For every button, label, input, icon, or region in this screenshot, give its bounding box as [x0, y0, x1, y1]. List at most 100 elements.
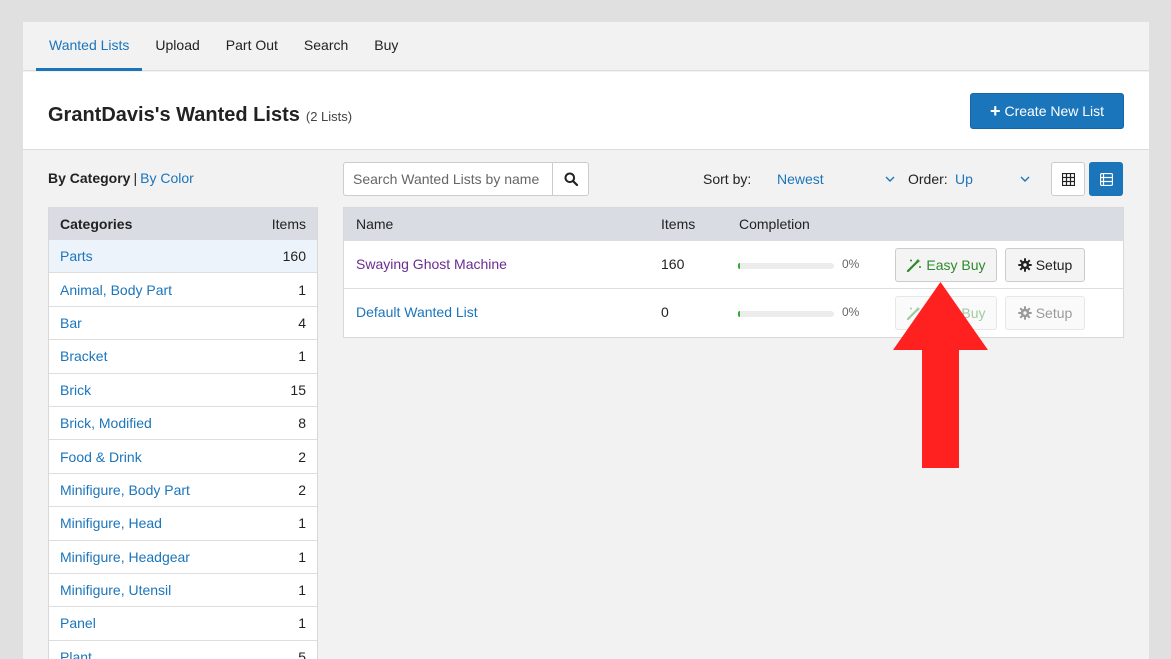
wanted-list-items: 160 — [661, 256, 685, 272]
category-name[interactable]: Food & Drink — [60, 449, 142, 465]
list-view-button[interactable] — [1089, 162, 1123, 196]
category-count: 2 — [298, 448, 306, 465]
category-row[interactable]: Parts 160 — [49, 240, 317, 274]
magic-wand-icon — [907, 258, 922, 272]
category-name[interactable]: Minifigure, Headgear — [60, 549, 190, 565]
category-row[interactable]: Minifigure, Utensil 1 — [49, 574, 317, 608]
setup-button[interactable]: Setup — [1005, 248, 1085, 282]
col-name: Name — [356, 216, 394, 232]
category-name[interactable]: Plant — [60, 649, 92, 659]
wanted-lists-table: Name Items Completion Swaying Ghost Mach… — [343, 207, 1124, 338]
search-icon — [564, 172, 578, 186]
search-box — [343, 162, 589, 196]
category-row[interactable]: Brick, Modified 8 — [49, 407, 317, 441]
category-count: 1 — [298, 515, 306, 532]
category-name[interactable]: Minifigure, Utensil — [60, 582, 171, 598]
category-row[interactable]: Food & Drink 2 — [49, 440, 317, 474]
category-count: 160 — [282, 248, 306, 265]
easy-buy-button[interactable]: Easy Buy — [895, 248, 997, 282]
category-row[interactable]: Animal, Body Part 1 — [49, 273, 317, 307]
category-name[interactable]: Bracket — [60, 348, 107, 364]
category-count: 1 — [298, 548, 306, 565]
create-new-list-button[interactable]: + Create New List — [970, 93, 1124, 129]
category-row[interactable]: Brick 15 — [49, 374, 317, 407]
list-count: (2 Lists) — [305, 109, 353, 124]
category-count: 4 — [298, 314, 306, 331]
list-view-icon — [1099, 172, 1113, 186]
wanted-list-name-link[interactable]: Swaying Ghost Machine — [356, 256, 507, 272]
sort-by-value: Newest — [777, 171, 824, 187]
sort-by-label: Sort by: — [703, 171, 752, 187]
category-name[interactable]: Bar — [60, 315, 82, 331]
categories-header-items: Items — [271, 215, 306, 232]
category-row[interactable]: Panel 1 — [49, 607, 317, 641]
plus-icon: + — [989, 101, 1001, 121]
category-name[interactable]: Animal, Body Part — [60, 282, 172, 298]
setup-label: Setup — [1035, 305, 1073, 321]
page-title-text: GrantDavis's Wanted Lists — [48, 104, 300, 126]
gear-icon — [1018, 258, 1032, 272]
easy-buy-label: Easy Buy — [926, 257, 986, 273]
category-name[interactable]: Brick — [60, 382, 91, 398]
sort-by-select[interactable]: Newest — [777, 171, 904, 187]
categories-table: Categories Items Parts 160 Animal, Body Pa… — [48, 207, 318, 659]
category-count: 1 — [298, 615, 306, 632]
tab-part-out[interactable]: Part Out — [213, 22, 291, 71]
search-input[interactable] — [343, 162, 553, 196]
page-header: GrantDavis's Wanted Lists (2 Lists) + Cre… — [23, 72, 1149, 150]
order-select[interactable]: Up — [955, 171, 1030, 187]
grid-view-button[interactable] — [1051, 162, 1085, 196]
categories-header: Categories Items — [49, 207, 317, 240]
search-button[interactable] — [552, 162, 589, 196]
completion-bar-fill — [738, 263, 740, 269]
setup-button[interactable]: Setup — [1005, 296, 1085, 330]
col-items: Items — [661, 216, 696, 232]
category-name[interactable]: Brick, Modified — [60, 415, 152, 431]
category-count: 1 — [298, 281, 306, 298]
category-row[interactable]: Bracket 1 — [49, 340, 317, 374]
completion-percent: 0% — [842, 257, 860, 271]
order-label: Order: — [908, 171, 948, 187]
tab-buy[interactable]: Buy — [361, 22, 411, 71]
create-new-list-label: Create New List — [1004, 103, 1105, 119]
grid-view-icon — [1061, 172, 1075, 186]
category-count: 2 — [298, 481, 306, 498]
category-row[interactable]: Minifigure, Head 1 — [49, 507, 317, 541]
page-title: GrantDavis's Wanted Lists (2 Lists) — [48, 104, 352, 127]
completion-percent: 0% — [842, 305, 860, 319]
category-count: 8 — [298, 415, 306, 432]
category-row[interactable]: Minifigure, Headgear 1 — [49, 541, 317, 574]
category-row[interactable]: Plant 5 — [49, 641, 317, 659]
sort-controls: Sort by: Newest Order: Up — [703, 162, 1030, 196]
wanted-list-items: 0 — [661, 304, 669, 320]
category-name[interactable]: Minifigure, Body Part — [60, 482, 190, 498]
setup-label: Setup — [1035, 257, 1073, 273]
filter-panel: By Category | By Color — [48, 170, 318, 190]
filter-separator: | — [133, 170, 138, 186]
tab-bar: Wanted Lists Upload Part Out Search Buy — [23, 22, 1149, 71]
filter-by-color-link[interactable]: By Color — [140, 170, 194, 186]
order-value: Up — [955, 171, 973, 187]
filter-by-category: By Category — [48, 170, 131, 186]
chevron-down-icon — [1020, 176, 1030, 182]
completion-bar — [738, 311, 834, 317]
category-row[interactable]: Bar 4 — [49, 307, 317, 341]
category-count: 5 — [298, 648, 306, 659]
wanted-list-row: Default Wanted List00%Easy BuySetup — [344, 289, 1123, 337]
category-name[interactable]: Parts — [60, 248, 93, 264]
lists-table-header: Name Items Completion — [344, 208, 1123, 241]
filter-toggle: By Category | By Color — [48, 170, 318, 190]
wanted-list-row: Swaying Ghost Machine 160 0% Easy Buy Setup — [344, 241, 1123, 289]
tab-search[interactable]: Search — [291, 22, 361, 71]
col-completion: Completion — [739, 216, 810, 232]
category-row[interactable]: Minifigure, Body Part 2 — [49, 474, 317, 508]
category-name[interactable]: Panel — [60, 615, 96, 631]
wanted-list-name-link[interactable]: Default Wanted List — [356, 304, 478, 320]
category-count: 1 — [298, 582, 306, 599]
tab-wanted-lists[interactable]: Wanted Lists — [36, 22, 143, 71]
category-name[interactable]: Minifigure, Head — [60, 515, 162, 531]
chevron-down-icon — [885, 176, 895, 182]
completion-bar — [738, 263, 834, 269]
tab-upload[interactable]: Upload — [142, 22, 212, 71]
annotation-arrow-icon — [893, 282, 988, 468]
